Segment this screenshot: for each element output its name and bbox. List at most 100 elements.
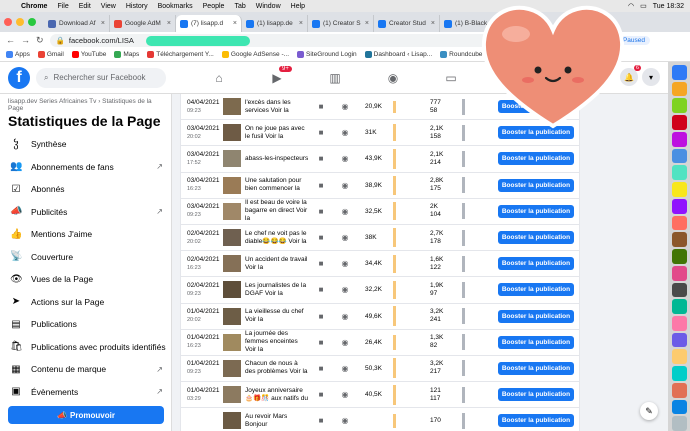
dock-app-icon[interactable]: [671, 332, 687, 348]
sidebar-item[interactable]: 👁 Vues de la Page: [0, 268, 171, 291]
dock-app-icon[interactable]: [671, 81, 687, 97]
dock-app-icon[interactable]: [671, 165, 687, 181]
bookmark-item[interactable]: Roundcube: [440, 51, 482, 58]
post-thumbnail[interactable]: [223, 124, 241, 142]
external-link-icon[interactable]: ↗: [156, 207, 163, 216]
post-thumbnail[interactable]: [223, 333, 241, 351]
bookmark-item[interactable]: SiteGround Login: [297, 51, 357, 58]
dock-app-icon[interactable]: [671, 416, 687, 431]
post-thumbnail[interactable]: [223, 98, 241, 116]
close-tab-icon[interactable]: ×: [101, 20, 105, 27]
post-text[interactable]: Joyeux anniversaire 🎂🎁🎊 aux natifs du: [241, 387, 309, 403]
clock[interactable]: Tue 18:32: [653, 3, 684, 10]
dock-app-icon[interactable]: [671, 265, 687, 281]
menu-app[interactable]: Chrome: [16, 3, 52, 10]
home-icon[interactable]: ⌂: [190, 62, 248, 94]
new-message-icon[interactable]: ✎: [640, 402, 658, 420]
sidebar-item[interactable]: ➤ Actions sur la Page: [0, 291, 171, 314]
boost-post-button[interactable]: Booster la publication: [498, 388, 574, 402]
boost-post-button[interactable]: Booster la publication: [498, 178, 574, 192]
post-text[interactable]: Les journalistes de la DGAF Voir la: [241, 282, 309, 298]
bookmark-item[interactable]: Dashboard ‹ Lisap...: [364, 51, 432, 58]
dock-app-icon[interactable]: [671, 65, 687, 80]
dock-app-icon[interactable]: [671, 115, 687, 130]
menu-edit[interactable]: Edit: [74, 3, 96, 10]
boost-post-button[interactable]: Booster la publication: [498, 257, 574, 271]
external-link-icon[interactable]: ↗: [156, 387, 163, 396]
dock-app-icon[interactable]: [671, 98, 687, 114]
wifi-icon[interactable]: ◠: [628, 2, 634, 10]
close-tab-icon[interactable]: ×: [233, 20, 237, 27]
boost-post-button[interactable]: Booster la publication: [498, 335, 574, 349]
bookmark-item[interactable]: Téléchargement Y...: [147, 51, 214, 58]
facebook-logo[interactable]: f: [8, 66, 30, 89]
sidebar-item[interactable]: 🛍 Publications avec produits identifiés: [0, 336, 171, 359]
zoom-window-button[interactable]: [28, 18, 36, 26]
dock-app-icon[interactable]: [671, 349, 687, 365]
back-icon[interactable]: ←: [6, 35, 15, 45]
browser-tab[interactable]: (7) lisapp.d ×: [176, 15, 242, 32]
dock-app-icon[interactable]: [671, 316, 687, 331]
sidebar-item[interactable]: ▦ Contenu de marque ↗: [0, 358, 171, 381]
bookmark-item[interactable]: Google AdSense -...: [221, 51, 289, 58]
boost-post-button[interactable]: Booster la publication: [498, 231, 574, 245]
sidebar-item[interactable]: ▤ Publications: [0, 313, 171, 336]
sidebar-item[interactable]: ჴ Synthèse: [0, 133, 171, 156]
post-thumbnail[interactable]: [223, 281, 241, 299]
dock-app-icon[interactable]: [671, 366, 687, 381]
post-text[interactable]: La vieillesse du chef Voir la: [241, 308, 309, 324]
bookmark-item[interactable]: Gmail: [37, 51, 64, 58]
post-text[interactable]: On ne joue pas avec le fusil Voir la: [241, 125, 309, 141]
sidebar-item[interactable]: 👥 Abonnements de fans ↗: [0, 156, 171, 179]
post-text[interactable]: Le chef ne voit pas le diable😂😂😂 Voir la: [241, 230, 309, 246]
sidebar-item[interactable]: ☑ Abonnés: [0, 178, 171, 201]
close-tab-icon[interactable]: ×: [299, 20, 303, 27]
post-text[interactable]: Un accident de travail Voir la: [241, 256, 309, 272]
menu-help[interactable]: Help: [286, 3, 310, 10]
boost-post-button[interactable]: Booster la publication: [498, 204, 574, 218]
watch-icon[interactable]: ▶ 9+: [248, 62, 306, 94]
dock-app-icon[interactable]: [671, 249, 687, 264]
boost-post-button[interactable]: Booster la publication: [498, 414, 574, 428]
external-link-icon[interactable]: ↗: [156, 162, 163, 171]
sidebar-item[interactable]: 👍 Mentions J'aime: [0, 223, 171, 246]
menu-tab[interactable]: Tab: [229, 3, 250, 10]
close-tab-icon[interactable]: ×: [167, 20, 171, 27]
menu-history[interactable]: History: [121, 3, 153, 10]
dock-app-icon[interactable]: [671, 382, 687, 398]
dock-app-icon[interactable]: [671, 182, 687, 197]
menu-view[interactable]: View: [96, 3, 121, 10]
external-link-icon[interactable]: ↗: [156, 365, 163, 374]
post-thumbnail[interactable]: [223, 386, 241, 404]
battery-icon[interactable]: ▭: [640, 2, 647, 10]
menu-window[interactable]: Window: [251, 3, 286, 10]
post-thumbnail[interactable]: [223, 202, 241, 220]
dock-app-icon[interactable]: [671, 215, 687, 231]
bookmark-item[interactable]: Maps: [114, 51, 139, 58]
browser-tab[interactable]: Creator Stud ×: [374, 15, 440, 32]
post-thumbnail[interactable]: [223, 412, 241, 430]
menu-people[interactable]: People: [198, 3, 230, 10]
post-text[interactable]: Chacun de nous à des problèmes Voir la: [241, 360, 309, 376]
forward-icon[interactable]: →: [21, 35, 30, 45]
bookmark-item[interactable]: Apps: [6, 51, 30, 58]
gaming-icon[interactable]: ▭: [422, 62, 480, 94]
post-text[interactable]: Au revoir Mars Bonjour: [241, 413, 309, 429]
close-tab-icon[interactable]: ×: [431, 20, 435, 27]
post-text[interactable]: La journée des femmes enceintes Voir la: [241, 330, 309, 354]
account-menu-icon[interactable]: ▾: [642, 68, 660, 86]
post-thumbnail[interactable]: [223, 176, 241, 194]
bookmark-item[interactable]: YouTube: [71, 51, 106, 58]
sidebar-item[interactable]: 📡 Couverture: [0, 246, 171, 269]
sidebar-item[interactable]: ▣ Évènements ↗: [0, 381, 171, 404]
boost-post-button[interactable]: Booster la publication: [498, 361, 574, 375]
groups-icon[interactable]: ◉: [364, 62, 422, 94]
close-tab-icon[interactable]: ×: [365, 20, 369, 27]
dock-app-icon[interactable]: [671, 198, 687, 214]
boost-post-button[interactable]: Booster la publication: [498, 283, 574, 297]
browser-tab[interactable]: Google AdM ×: [110, 15, 176, 32]
menu-file[interactable]: File: [52, 3, 73, 10]
post-thumbnail[interactable]: [223, 229, 241, 247]
browser-tab[interactable]: (1) lisapp.de ×: [242, 15, 308, 32]
dock-app-icon[interactable]: [671, 299, 687, 315]
